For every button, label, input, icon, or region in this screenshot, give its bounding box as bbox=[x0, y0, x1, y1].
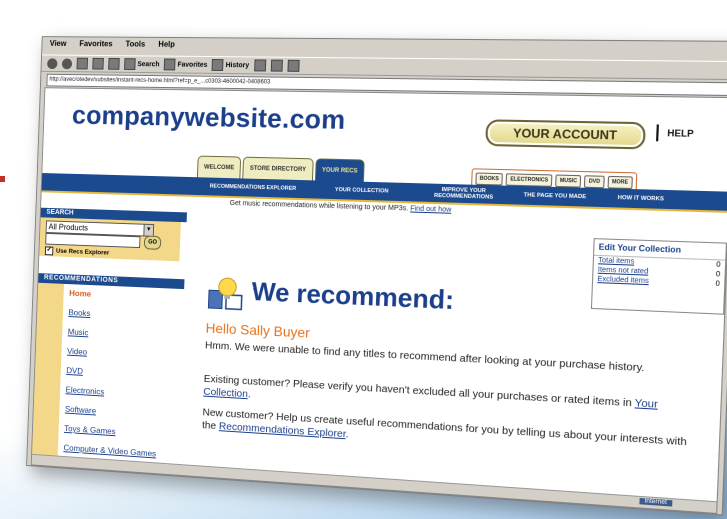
mini-books-button[interactable]: BOOKS bbox=[475, 172, 504, 186]
new-customer-end: . bbox=[345, 428, 349, 441]
mini-dvd-button[interactable]: DVD bbox=[584, 175, 605, 189]
internet-zone: Internet bbox=[639, 497, 673, 507]
checkbox-icon[interactable]: ✓ bbox=[44, 246, 54, 256]
search-button-label: Search bbox=[137, 60, 160, 68]
excluded-items-link[interactable]: Excluded items bbox=[597, 276, 649, 285]
tab-store-directory[interactable]: STORE DIRECTORY bbox=[242, 156, 314, 182]
page-title: We recommend: bbox=[251, 276, 455, 316]
browser-window: View Favorites Tools Help Search Favorit… bbox=[26, 36, 727, 516]
total-items-link[interactable]: Total items bbox=[598, 257, 634, 266]
excluded-items-value: 0 bbox=[715, 280, 720, 289]
total-items-value: 0 bbox=[716, 261, 721, 269]
mini-music-button[interactable]: MUSIC bbox=[555, 174, 582, 188]
history-icon bbox=[211, 59, 224, 72]
category-select-value: All Products bbox=[48, 222, 89, 233]
go-button[interactable]: GO bbox=[143, 235, 162, 250]
items-not-rated-value: 0 bbox=[715, 270, 721, 279]
site-logo[interactable]: companywebsite.com bbox=[71, 100, 346, 136]
menu-tools[interactable]: Tools bbox=[125, 40, 145, 54]
edit-icon[interactable] bbox=[287, 59, 300, 72]
category-color-strip bbox=[31, 282, 65, 467]
forward-icon[interactable] bbox=[61, 58, 73, 69]
lightbulb-icon bbox=[206, 274, 244, 313]
mail-icon[interactable] bbox=[253, 59, 266, 72]
web-page: companywebsite.com YOUR ACCOUNT HELP WEL… bbox=[30, 87, 727, 514]
category-list: Home Books Music Video DVD Electronics S… bbox=[63, 288, 162, 468]
existing-customer-text: Existing customer? Please verify you hav… bbox=[203, 372, 635, 410]
red-mark bbox=[0, 176, 5, 182]
history-button-label: History bbox=[225, 61, 250, 69]
chevron-down-icon[interactable]: ▼ bbox=[143, 224, 154, 236]
recs-explorer-label: Use Recs Explorer bbox=[55, 247, 110, 257]
stop-icon[interactable] bbox=[76, 57, 89, 70]
search-icon bbox=[124, 58, 136, 70]
scene: View Favorites Tools Help Search Favorit… bbox=[0, 0, 727, 519]
tab-welcome[interactable]: WELCOME bbox=[196, 155, 242, 180]
help-link[interactable]: HELP bbox=[656, 124, 695, 143]
refresh-icon[interactable] bbox=[92, 57, 104, 70]
print-icon[interactable] bbox=[270, 59, 283, 72]
nav-how-it-works[interactable]: HOW IT WORKS bbox=[608, 195, 673, 203]
promo-link[interactable]: Find out how bbox=[410, 205, 451, 213]
back-icon[interactable] bbox=[47, 57, 58, 69]
nav-page-you-made[interactable]: THE PAGE YOU MADE bbox=[523, 192, 587, 200]
favorites-icon bbox=[164, 58, 176, 71]
nav-improve-recommendations[interactable]: IMPROVE YOUR RECOMMENDATIONS bbox=[417, 186, 511, 201]
nav-your-collection[interactable]: YOUR COLLECTION bbox=[326, 187, 397, 195]
menu-help[interactable]: Help bbox=[158, 40, 175, 54]
home-icon[interactable] bbox=[108, 57, 120, 70]
no-recs-message: Hmm. We were unable to find any titles t… bbox=[204, 339, 645, 375]
edit-collection-box: Edit Your Collection Total items 0 Items… bbox=[590, 238, 727, 315]
nav-recommendations-explorer[interactable]: RECOMMENDATIONS EXPLORER bbox=[209, 183, 297, 192]
search-button[interactable]: Search bbox=[124, 58, 160, 70]
mini-more-button[interactable]: MORE bbox=[607, 175, 633, 190]
status-bar: Internet bbox=[31, 453, 717, 513]
menu-view[interactable]: View bbox=[49, 39, 67, 53]
favorites-button[interactable]: Favorites bbox=[164, 58, 208, 71]
favorites-button-label: Favorites bbox=[177, 61, 208, 69]
your-account-button[interactable]: YOUR ACCOUNT bbox=[485, 119, 646, 150]
menu-favorites[interactable]: Favorites bbox=[79, 39, 112, 53]
existing-customer-end: . bbox=[247, 388, 251, 401]
tab-your-recs[interactable]: YOUR RECS bbox=[314, 158, 365, 183]
history-button[interactable]: History bbox=[211, 59, 250, 72]
greeting: Hello Sally Buyer bbox=[205, 319, 311, 341]
